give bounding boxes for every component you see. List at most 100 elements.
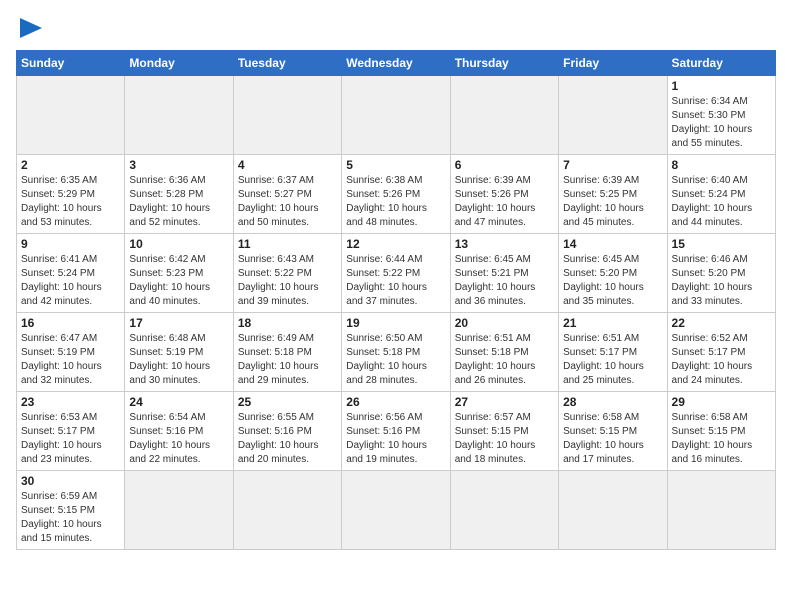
day-info: Sunrise: 6:58 AM Sunset: 5:15 PM Dayligh… xyxy=(672,411,771,467)
day-info: Sunrise: 6:57 AM Sunset: 5:15 PM Dayligh… xyxy=(455,411,554,467)
calendar-dow-wednesday: Wednesday xyxy=(342,51,450,76)
day-number: 18 xyxy=(238,316,337,330)
calendar-cell: 2 Sunrise: 6:35 AM Sunset: 5:29 PM Daylig… xyxy=(17,155,125,234)
calendar-cell xyxy=(559,76,667,155)
day-number: 27 xyxy=(455,395,554,409)
day-info: Sunrise: 6:51 AM Sunset: 5:18 PM Dayligh… xyxy=(455,332,554,388)
day-number: 14 xyxy=(563,237,662,251)
calendar-cell: 21 Sunrise: 6:51 AM Sunset: 5:17 PM Dayli… xyxy=(559,313,667,392)
calendar-week-row: 1 Sunrise: 6:34 AM Sunset: 5:30 PM Daylig… xyxy=(17,76,776,155)
day-number: 10 xyxy=(129,237,228,251)
calendar-cell xyxy=(233,76,341,155)
day-number: 21 xyxy=(563,316,662,330)
day-number: 22 xyxy=(672,316,771,330)
day-number: 28 xyxy=(563,395,662,409)
day-number: 4 xyxy=(238,158,337,172)
day-info: Sunrise: 6:45 AM Sunset: 5:21 PM Dayligh… xyxy=(455,253,554,309)
calendar-week-row: 23Sunrise: 6:53 AM Sunset: 5:17 PM Dayli… xyxy=(17,392,776,471)
calendar-cell: 18 Sunrise: 6:49 AM Sunset: 5:18 PM Dayli… xyxy=(233,313,341,392)
calendar-cell: 22 Sunrise: 6:52 AM Sunset: 5:17 PM Dayli… xyxy=(667,313,775,392)
day-info: Sunrise: 6:50 AM Sunset: 5:18 PM Dayligh… xyxy=(346,332,445,388)
calendar-dow-saturday: Saturday xyxy=(667,51,775,76)
calendar-cell xyxy=(125,76,233,155)
day-number: 13 xyxy=(455,237,554,251)
day-number: 23 xyxy=(21,395,120,409)
calendar-cell: 28 Sunrise: 6:58 AM Sunset: 5:15 PM Dayli… xyxy=(559,392,667,471)
day-number: 20 xyxy=(455,316,554,330)
calendar-cell xyxy=(342,471,450,550)
day-info: Sunrise: 6:42 AM Sunset: 5:23 PM Dayligh… xyxy=(129,253,228,309)
calendar-dow-thursday: Thursday xyxy=(450,51,558,76)
calendar-dow-monday: Monday xyxy=(125,51,233,76)
day-number: 26 xyxy=(346,395,445,409)
calendar-cell: 4 Sunrise: 6:37 AM Sunset: 5:27 PM Daylig… xyxy=(233,155,341,234)
day-info: Sunrise: 6:52 AM Sunset: 5:17 PM Dayligh… xyxy=(672,332,771,388)
calendar-cell: 20 Sunrise: 6:51 AM Sunset: 5:18 PM Dayli… xyxy=(450,313,558,392)
calendar-header-row: SundayMondayTuesdayWednesdayThursdayFrid… xyxy=(17,51,776,76)
day-number: 25 xyxy=(238,395,337,409)
day-info: Sunrise: 6:56 AM Sunset: 5:16 PM Dayligh… xyxy=(346,411,445,467)
calendar-cell: 30 Sunrise: 6:59 AM Sunset: 5:15 PM Dayli… xyxy=(17,471,125,550)
day-number: 16 xyxy=(21,316,120,330)
calendar-cell: 7Sunrise: 6:39 AM Sunset: 5:25 PM Daylig… xyxy=(559,155,667,234)
calendar-cell: 5 Sunrise: 6:38 AM Sunset: 5:26 PM Daylig… xyxy=(342,155,450,234)
day-info: Sunrise: 6:39 AM Sunset: 5:26 PM Dayligh… xyxy=(455,174,554,230)
day-number: 6 xyxy=(455,158,554,172)
calendar-cell xyxy=(17,76,125,155)
calendar-cell xyxy=(125,471,233,550)
day-number: 5 xyxy=(346,158,445,172)
calendar-cell xyxy=(342,76,450,155)
calendar-cell: 8Sunrise: 6:40 AM Sunset: 5:24 PM Daylig… xyxy=(667,155,775,234)
calendar-dow-sunday: Sunday xyxy=(17,51,125,76)
calendar-cell: 29Sunrise: 6:58 AM Sunset: 5:15 PM Dayli… xyxy=(667,392,775,471)
calendar-cell xyxy=(233,471,341,550)
calendar-week-row: 9 Sunrise: 6:41 AM Sunset: 5:24 PM Daylig… xyxy=(17,234,776,313)
day-number: 30 xyxy=(21,474,120,488)
day-info: Sunrise: 6:43 AM Sunset: 5:22 PM Dayligh… xyxy=(238,253,337,309)
day-info: Sunrise: 6:45 AM Sunset: 5:20 PM Dayligh… xyxy=(563,253,662,309)
day-info: Sunrise: 6:46 AM Sunset: 5:20 PM Dayligh… xyxy=(672,253,771,309)
calendar-cell: 26 Sunrise: 6:56 AM Sunset: 5:16 PM Dayli… xyxy=(342,392,450,471)
day-number: 24 xyxy=(129,395,228,409)
day-info: Sunrise: 6:40 AM Sunset: 5:24 PM Dayligh… xyxy=(672,174,771,230)
day-info: Sunrise: 6:37 AM Sunset: 5:27 PM Dayligh… xyxy=(238,174,337,230)
calendar-week-row: 30 Sunrise: 6:59 AM Sunset: 5:15 PM Dayli… xyxy=(17,471,776,550)
day-number: 17 xyxy=(129,316,228,330)
calendar-cell: 16Sunrise: 6:47 AM Sunset: 5:19 PM Dayli… xyxy=(17,313,125,392)
day-number: 12 xyxy=(346,237,445,251)
calendar-cell: 17 Sunrise: 6:48 AM Sunset: 5:19 PM Dayli… xyxy=(125,313,233,392)
calendar-cell: 12 Sunrise: 6:44 AM Sunset: 5:22 PM Dayli… xyxy=(342,234,450,313)
calendar-cell xyxy=(450,471,558,550)
calendar-cell: 19Sunrise: 6:50 AM Sunset: 5:18 PM Dayli… xyxy=(342,313,450,392)
calendar-cell: 15Sunrise: 6:46 AM Sunset: 5:20 PM Dayli… xyxy=(667,234,775,313)
calendar-cell: 13 Sunrise: 6:45 AM Sunset: 5:21 PM Dayli… xyxy=(450,234,558,313)
calendar-cell xyxy=(450,76,558,155)
calendar-cell: 6 Sunrise: 6:39 AM Sunset: 5:26 PM Daylig… xyxy=(450,155,558,234)
day-info: Sunrise: 6:35 AM Sunset: 5:29 PM Dayligh… xyxy=(21,174,120,230)
day-info: Sunrise: 6:34 AM Sunset: 5:30 PM Dayligh… xyxy=(672,95,771,151)
logo xyxy=(16,16,42,38)
calendar-cell: 14 Sunrise: 6:45 AM Sunset: 5:20 PM Dayli… xyxy=(559,234,667,313)
logo-arrow-icon xyxy=(20,18,42,38)
day-info: Sunrise: 6:59 AM Sunset: 5:15 PM Dayligh… xyxy=(21,490,120,546)
day-info: Sunrise: 6:51 AM Sunset: 5:17 PM Dayligh… xyxy=(563,332,662,388)
day-number: 11 xyxy=(238,237,337,251)
day-number: 1 xyxy=(672,79,771,93)
calendar-cell: 3Sunrise: 6:36 AM Sunset: 5:28 PM Daylig… xyxy=(125,155,233,234)
page-header xyxy=(16,16,776,38)
day-info: Sunrise: 6:58 AM Sunset: 5:15 PM Dayligh… xyxy=(563,411,662,467)
day-number: 9 xyxy=(21,237,120,251)
day-info: Sunrise: 6:48 AM Sunset: 5:19 PM Dayligh… xyxy=(129,332,228,388)
calendar-cell: 10 Sunrise: 6:42 AM Sunset: 5:23 PM Dayli… xyxy=(125,234,233,313)
day-number: 2 xyxy=(21,158,120,172)
calendar-dow-friday: Friday xyxy=(559,51,667,76)
day-info: Sunrise: 6:41 AM Sunset: 5:24 PM Dayligh… xyxy=(21,253,120,309)
calendar-cell: 1 Sunrise: 6:34 AM Sunset: 5:30 PM Daylig… xyxy=(667,76,775,155)
day-info: Sunrise: 6:38 AM Sunset: 5:26 PM Dayligh… xyxy=(346,174,445,230)
day-info: Sunrise: 6:44 AM Sunset: 5:22 PM Dayligh… xyxy=(346,253,445,309)
calendar-cell: 23Sunrise: 6:53 AM Sunset: 5:17 PM Dayli… xyxy=(17,392,125,471)
day-info: Sunrise: 6:55 AM Sunset: 5:16 PM Dayligh… xyxy=(238,411,337,467)
day-info: Sunrise: 6:49 AM Sunset: 5:18 PM Dayligh… xyxy=(238,332,337,388)
calendar-dow-tuesday: Tuesday xyxy=(233,51,341,76)
calendar-week-row: 16Sunrise: 6:47 AM Sunset: 5:19 PM Dayli… xyxy=(17,313,776,392)
